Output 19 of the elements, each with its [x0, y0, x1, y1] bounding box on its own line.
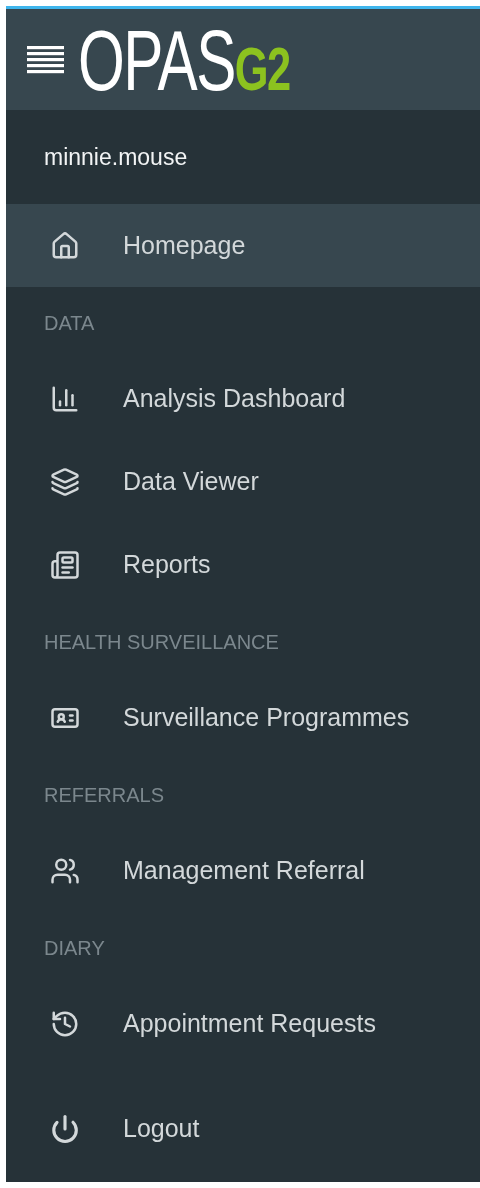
home-icon: [50, 230, 80, 261]
section-heading: DATA: [44, 310, 95, 336]
section-heading: REFERRALS: [44, 782, 165, 808]
menu-icon[interactable]: [27, 45, 64, 74]
nav-item[interactable]: Homepage: [6, 204, 480, 287]
documents-icon: [50, 549, 80, 580]
nav-item[interactable]: Reports: [6, 523, 480, 606]
logout-button[interactable]: Logout: [6, 1087, 480, 1170]
logo: OPASG2: [78, 16, 290, 103]
nav-item[interactable]: Data Viewer: [6, 440, 480, 523]
username: minnie.mouse: [44, 142, 188, 172]
nav-item[interactable]: Appointment Requests: [6, 982, 480, 1065]
layers-icon: [50, 466, 80, 497]
section-heading: DIARY: [44, 935, 105, 961]
nav-item[interactable]: Management Referral: [6, 829, 480, 912]
nav-item[interactable]: Analysis Dashboard: [6, 357, 480, 440]
nav-item[interactable]: Surveillance Programmes: [6, 676, 480, 759]
power-icon: [50, 1113, 80, 1144]
section-heading: HEALTH SURVEILLANCE: [44, 629, 279, 655]
